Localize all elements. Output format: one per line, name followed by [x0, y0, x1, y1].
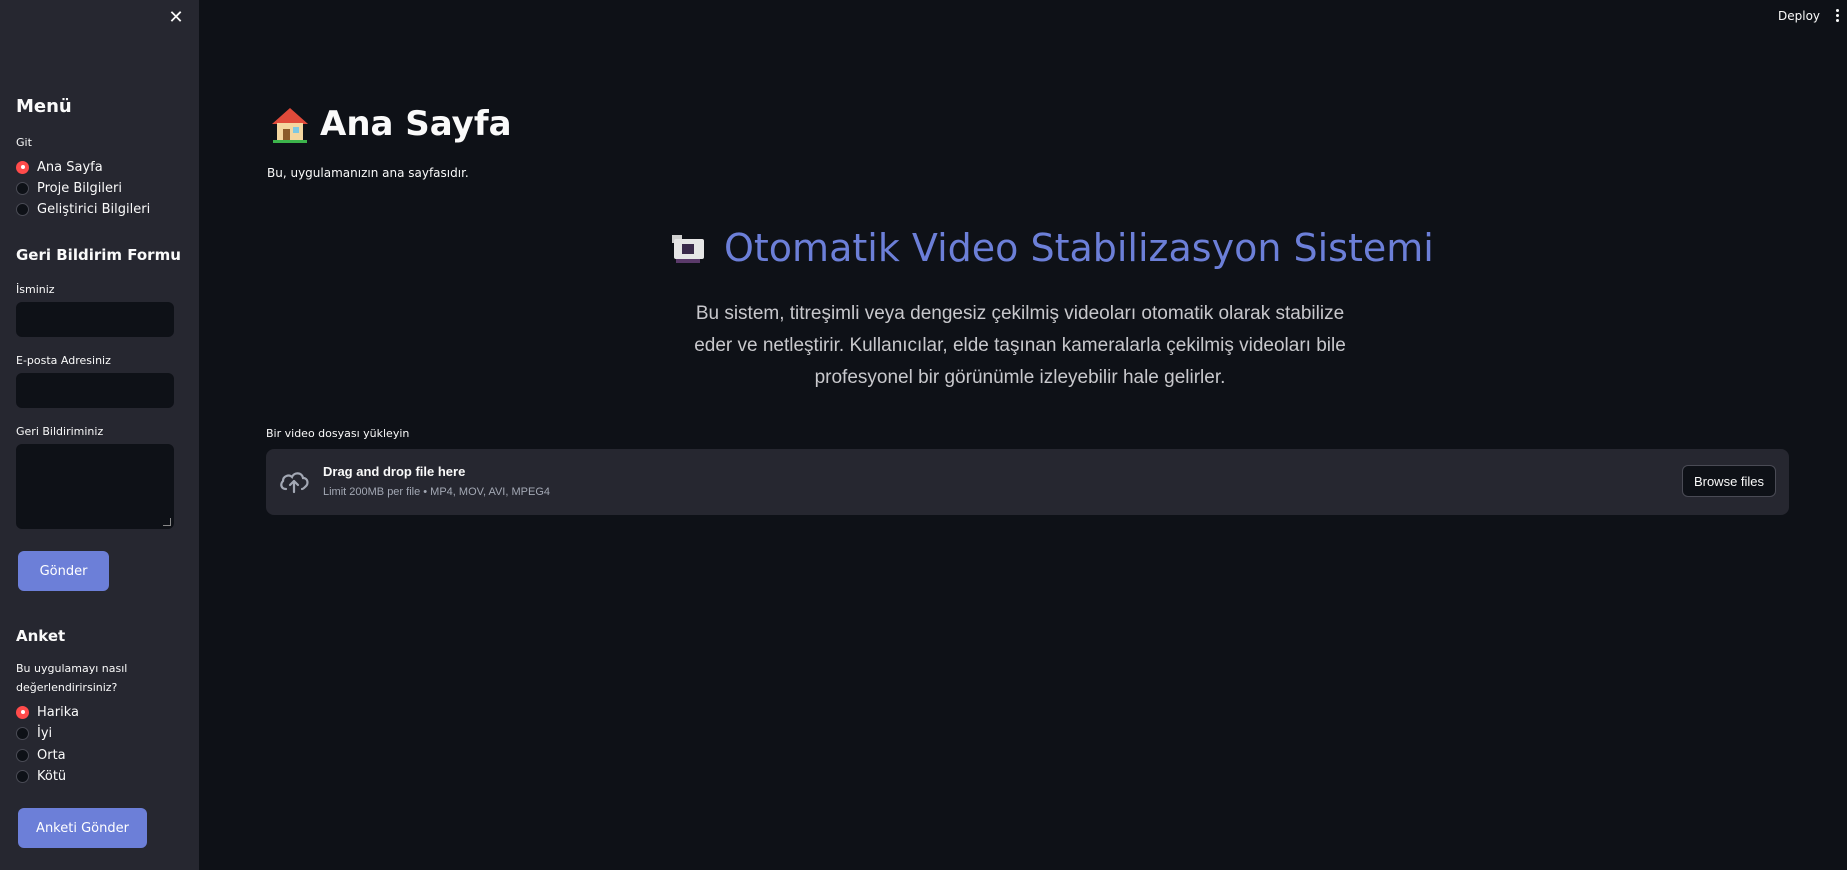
hero-title: Otomatik Video Stabilizasyon Sistemi: [670, 226, 1434, 270]
video-camera-icon: [670, 231, 710, 265]
radio-unchecked-icon: [16, 181, 29, 195]
email-input[interactable]: [16, 373, 174, 408]
menu-title: Menü: [16, 96, 72, 117]
main-menu-icon[interactable]: [1834, 8, 1840, 24]
nav-option-ana-sayfa[interactable]: Ana Sayfa: [16, 158, 103, 176]
sidebar: ✕ Menü Git Ana Sayfa Proje Bilgileri Gel…: [0, 0, 199, 870]
hero-description-line: Bu sistem, titreşimli veya dengesiz çeki…: [695, 303, 1345, 324]
survey-option-label: İyi: [37, 725, 53, 741]
nav-option-label: Proje Bilgileri: [37, 180, 122, 196]
page-title: Ana Sayfa: [270, 104, 512, 144]
nav-option-proje-bilgileri[interactable]: Proje Bilgileri: [16, 179, 122, 197]
deploy-button[interactable]: Deploy: [1778, 9, 1820, 23]
house-icon: [270, 104, 310, 144]
radio-checked-icon: [16, 705, 29, 719]
survey-option-label: Orta: [37, 747, 66, 763]
hero-title-text: Otomatik Video Stabilizasyon Sistemi: [724, 226, 1434, 270]
resize-handle-icon[interactable]: [163, 518, 171, 526]
nav-option-gelistirici-bilgileri[interactable]: Geliştirici Bilgileri: [16, 200, 150, 218]
dropzone-limit: Limit 200MB per file • MP4, MOV, AVI, MP…: [323, 486, 550, 498]
nav-option-label: Ana Sayfa: [37, 159, 103, 175]
hero-description-line: profesyonel bir görünümle izleyebilir ha…: [814, 367, 1226, 388]
hero-description-line: eder ve netleştirir. Kullanıcılar, elde …: [694, 335, 1346, 356]
page-title-text: Ana Sayfa: [320, 104, 512, 144]
survey-option-label: Harika: [37, 704, 79, 720]
submit-survey-button[interactable]: Anketi Gönder: [18, 808, 147, 848]
survey-option-orta[interactable]: Orta: [16, 746, 66, 764]
uploader-label: Bir video dosyası yükleyin: [266, 427, 410, 440]
feedback-form-title: Geri Bildirim Formu: [16, 246, 181, 264]
browse-files-button[interactable]: Browse files: [1682, 465, 1776, 497]
survey-option-iyi[interactable]: İyi: [16, 724, 52, 742]
survey-title: Anket: [16, 627, 66, 645]
name-label: İsminiz: [16, 283, 55, 296]
survey-question-line2: değerlendirirsiniz?: [16, 681, 118, 694]
survey-question-line1: Bu uygulamayı nasıl: [16, 662, 128, 675]
survey-option-harika[interactable]: Harika: [16, 703, 79, 721]
radio-unchecked-icon: [16, 202, 29, 216]
feedback-textarea[interactable]: [16, 444, 174, 529]
send-feedback-button[interactable]: Gönder: [18, 551, 109, 591]
nav-option-label: Geliştirici Bilgileri: [37, 201, 151, 217]
email-label: E-posta Adresiniz: [16, 354, 111, 367]
cloud-upload-icon: [280, 472, 309, 494]
feedback-label: Geri Bildiriminiz: [16, 425, 104, 438]
radio-unchecked-icon: [16, 769, 29, 783]
radio-unchecked-icon: [16, 748, 29, 762]
dropzone-title: Drag and drop file here: [323, 464, 466, 479]
radio-checked-icon: [16, 160, 29, 174]
file-dropzone[interactable]: Drag and drop file here Limit 200MB per …: [266, 449, 1789, 515]
survey-option-kotu[interactable]: Kötü: [16, 767, 66, 785]
hero-description: Bu sistem, titreşimli veya dengesiz çeki…: [680, 298, 1360, 394]
name-input[interactable]: [16, 302, 174, 337]
page-subtitle: Bu, uygulamanızın ana sayfasıdır.: [267, 166, 469, 180]
survey-option-label: Kötü: [37, 768, 67, 784]
close-sidebar-icon[interactable]: ✕: [166, 8, 186, 28]
radio-unchecked-icon: [16, 726, 29, 740]
nav-label: Git: [16, 136, 32, 149]
